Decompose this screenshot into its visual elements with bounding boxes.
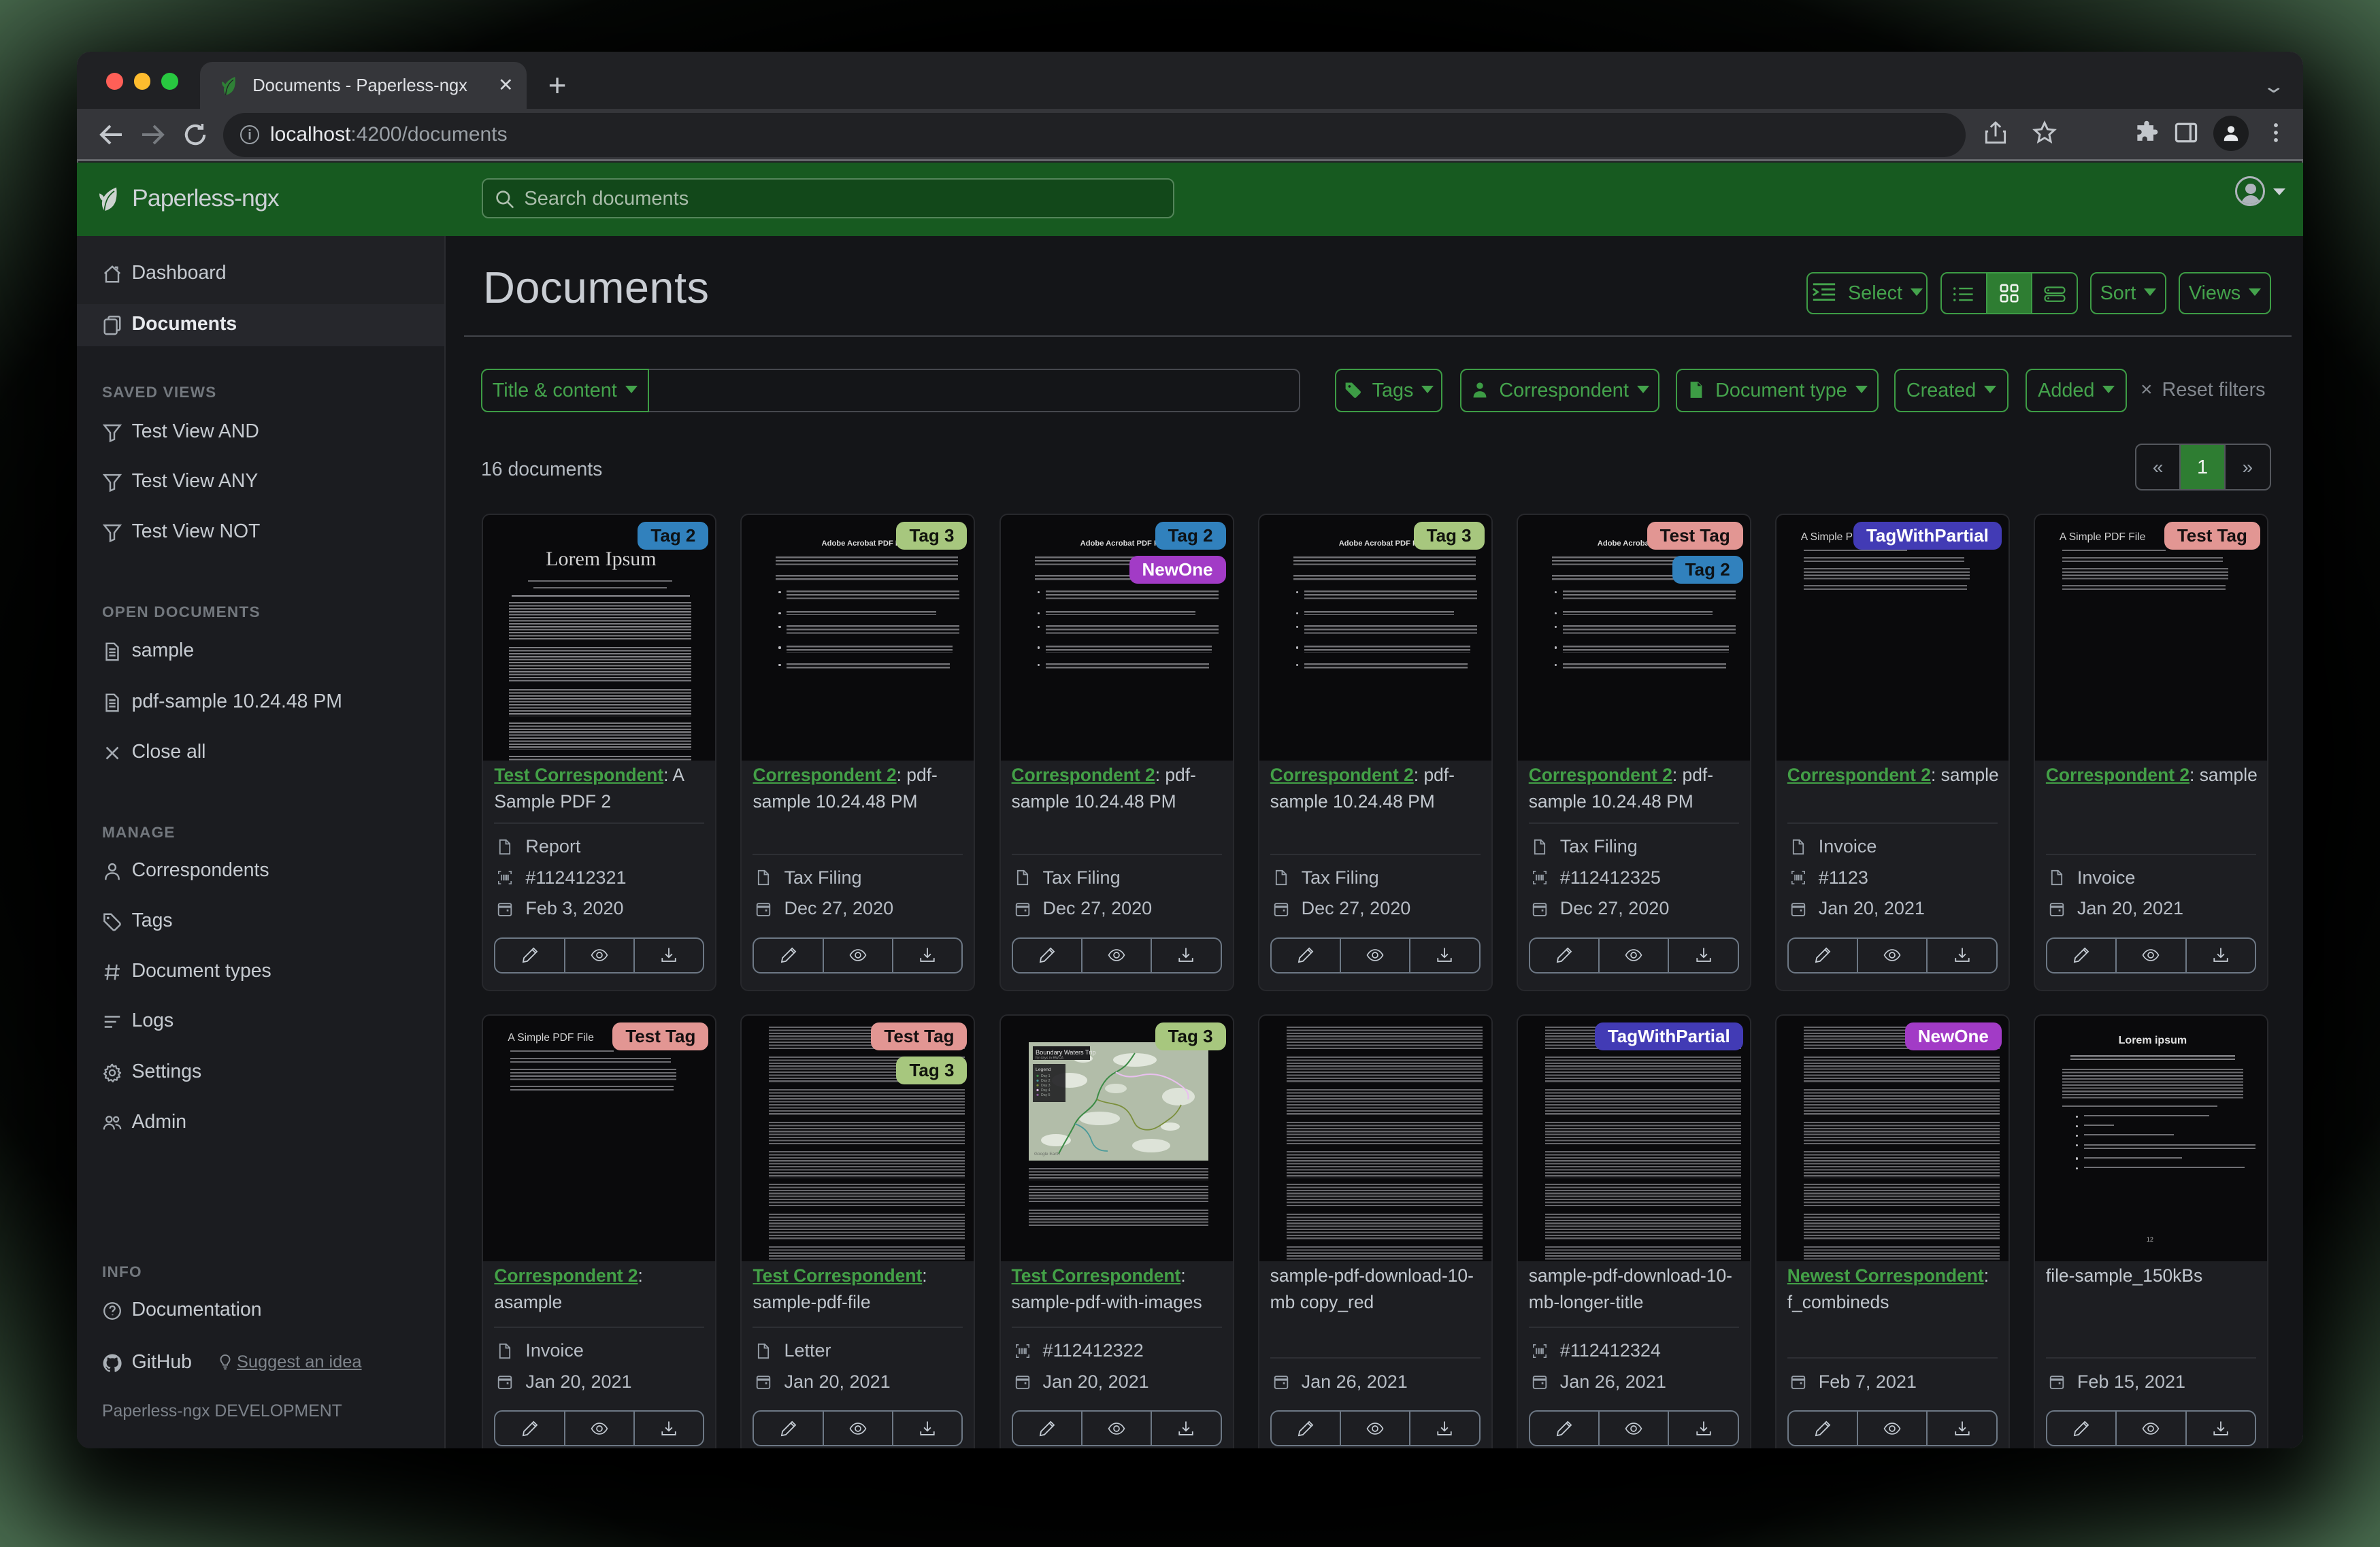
svg-text:Day 3: Day 3	[1041, 1084, 1051, 1088]
svg-text:for days in BWCA: for days in BWCA	[1036, 1056, 1063, 1060]
svg-text:Google Earth: Google Earth	[1034, 1152, 1060, 1157]
svg-text:Legend: Legend	[1036, 1067, 1051, 1072]
svg-text:Boundary Waters Trip: Boundary Waters Trip	[1036, 1049, 1096, 1056]
svg-text:Day 2: Day 2	[1041, 1079, 1051, 1083]
svg-text:Day 1: Day 1	[1041, 1074, 1051, 1078]
svg-text:Day 4: Day 4	[1041, 1088, 1051, 1093]
svg-text:Day 5: Day 5	[1041, 1093, 1051, 1097]
